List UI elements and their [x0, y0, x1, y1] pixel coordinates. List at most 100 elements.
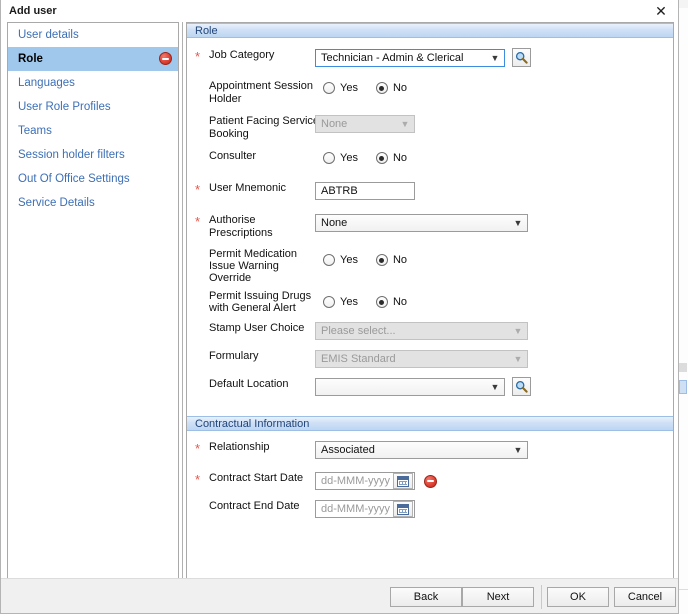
- field-relationship: * Relationship Associated ▼: [187, 441, 673, 463]
- field-job-category: * Job Category Technician - Admin & Cler…: [187, 49, 673, 71]
- sidebar-item-out-of-office-settings[interactable]: Out Of Office Settings: [8, 167, 178, 191]
- user-mnemonic-input[interactable]: ABTRB: [315, 182, 415, 200]
- field-label: Job Category: [187, 49, 315, 62]
- sidebar-item-service-details[interactable]: Service Details: [8, 191, 178, 215]
- next-button[interactable]: Next: [462, 587, 534, 607]
- patient-facing-services-booking-select: None ▼: [315, 115, 415, 133]
- job-category-lookup-button[interactable]: [512, 48, 531, 67]
- contractual-fields: * Relationship Associated ▼ * Contract S…: [187, 441, 673, 522]
- authorise-prescriptions-select[interactable]: None ▼: [315, 214, 528, 232]
- field-label: Contract Start Date: [187, 472, 315, 485]
- chevron-down-icon: ▼: [513, 351, 523, 367]
- field-label: Permit Issuing Drugs with General Alert: [187, 290, 315, 314]
- field-label: Permit Medication Issue Warning Override: [187, 248, 315, 284]
- permit-issuing-drugs-general-alert-radio-group: Yes No: [323, 294, 673, 310]
- permit-medication-issue-warning-override-no[interactable]: No: [376, 254, 407, 266]
- contract-start-date-input[interactable]: dd-MMM-yyyy: [315, 472, 415, 490]
- chevron-down-icon: ▼: [513, 323, 523, 339]
- sidebar-item-label: Session holder filters: [18, 149, 125, 161]
- required-indicator: *: [195, 185, 203, 195]
- sidebar-item-session-holder-filters[interactable]: Session holder filters: [8, 143, 178, 167]
- back-button[interactable]: Back: [390, 587, 462, 607]
- field-permit-medication-issue-warning-override: Permit Medication Issue Warning Override…: [187, 248, 673, 284]
- radio-icon: [376, 296, 388, 308]
- sidebar-item-user-role-profiles[interactable]: User Role Profiles: [8, 95, 178, 119]
- relationship-select[interactable]: Associated ▼: [315, 441, 528, 459]
- field-label: Contract End Date: [187, 500, 315, 513]
- radio-icon: [323, 254, 335, 266]
- radio-label: No: [393, 152, 407, 164]
- sidebar-item-label: Out Of Office Settings: [18, 173, 130, 185]
- radio-label: No: [393, 82, 407, 94]
- radio-label: Yes: [340, 152, 358, 164]
- field-user-mnemonic: * User Mnemonic ABTRB: [187, 182, 673, 204]
- permit-issuing-drugs-general-alert-yes[interactable]: Yes: [323, 296, 358, 308]
- sidebar-item-languages[interactable]: Languages: [8, 71, 178, 95]
- sidebar-item-user-details[interactable]: User details: [8, 23, 178, 47]
- appointment-session-holder-yes[interactable]: Yes: [323, 82, 358, 94]
- field-label: Stamp User Choice: [187, 322, 315, 335]
- panel-splitter[interactable]: [180, 22, 185, 579]
- contract-end-date-placeholder: dd-MMM-yyyy: [316, 503, 393, 515]
- calendar-icon[interactable]: [393, 473, 413, 489]
- error-icon: [424, 475, 437, 488]
- required-indicator: *: [195, 52, 203, 62]
- permit-medication-issue-warning-override-radio-group: Yes No: [323, 252, 673, 268]
- field-label: Consulter: [187, 150, 315, 163]
- consulter-radio-group: Yes No: [323, 150, 673, 166]
- formulary-value: EMIS Standard: [321, 353, 396, 365]
- sidebar-item-label: User Role Profiles: [18, 101, 111, 113]
- contract-end-date-input[interactable]: dd-MMM-yyyy: [315, 500, 415, 518]
- field-label: Formulary: [187, 350, 315, 363]
- error-icon: [159, 52, 172, 65]
- dialog-titlebar: Add user ✕: [1, 0, 678, 23]
- field-label: Default Location: [187, 378, 315, 391]
- default-location-select[interactable]: ▼: [315, 378, 505, 396]
- field-label: Appointment Session Holder: [187, 80, 315, 106]
- relationship-value: Associated: [321, 444, 375, 456]
- sidebar-item-label: User details: [18, 29, 79, 41]
- field-label: User Mnemonic: [187, 182, 315, 195]
- chevron-down-icon: ▼: [400, 116, 410, 132]
- radio-label: Yes: [340, 82, 358, 94]
- field-label: Relationship: [187, 441, 315, 454]
- chevron-down-icon: ▼: [513, 215, 523, 231]
- radio-icon: [323, 152, 335, 164]
- job-category-value: Technician - Admin & Clerical: [321, 52, 463, 64]
- default-location-lookup-button[interactable]: [512, 377, 531, 396]
- user-mnemonic-value: ABTRB: [321, 185, 358, 197]
- radio-icon: [323, 82, 335, 94]
- sidebar-item-label: Teams: [18, 125, 52, 137]
- sidebar-item-label: Service Details: [18, 197, 95, 209]
- job-category-select[interactable]: Technician - Admin & Clerical ▼: [315, 49, 505, 67]
- add-user-dialog: Add user ✕ User details Role Languages U…: [0, 0, 679, 614]
- ok-button[interactable]: OK: [547, 587, 609, 607]
- contract-start-date-placeholder: dd-MMM-yyyy: [316, 475, 393, 487]
- calendar-icon[interactable]: [393, 501, 413, 517]
- wizard-step-list: User details Role Languages User Role Pr…: [7, 22, 179, 579]
- permit-issuing-drugs-general-alert-no[interactable]: No: [376, 296, 407, 308]
- section-header-contractual-information: Contractual Information: [187, 416, 673, 431]
- stamp-user-choice-select: Please select... ▼: [315, 322, 528, 340]
- permit-medication-issue-warning-override-yes[interactable]: Yes: [323, 254, 358, 266]
- consulter-yes[interactable]: Yes: [323, 152, 358, 164]
- field-formulary: Formulary EMIS Standard ▼: [187, 350, 673, 372]
- field-stamp-user-choice: Stamp User Choice Please select... ▼: [187, 322, 673, 344]
- field-label: Authorise Prescriptions: [187, 214, 315, 240]
- cancel-button[interactable]: Cancel: [614, 587, 676, 607]
- radio-label: Yes: [340, 296, 358, 308]
- field-permit-issuing-drugs-general-alert: Permit Issuing Drugs with General Alert …: [187, 290, 673, 314]
- radio-label: Yes: [340, 254, 358, 266]
- formulary-select: EMIS Standard ▼: [315, 350, 528, 368]
- consulter-no[interactable]: No: [376, 152, 407, 164]
- radio-icon: [376, 152, 388, 164]
- radio-label: No: [393, 296, 407, 308]
- appointment-session-holder-no[interactable]: No: [376, 82, 407, 94]
- button-separator: [541, 585, 542, 609]
- required-indicator: *: [195, 217, 203, 227]
- sidebar-item-teams[interactable]: Teams: [8, 119, 178, 143]
- close-icon[interactable]: ✕: [650, 2, 672, 20]
- dialog-title: Add user: [9, 5, 57, 17]
- sidebar-item-role[interactable]: Role: [8, 47, 178, 71]
- field-appointment-session-holder: Appointment Session Holder Yes No: [187, 80, 673, 106]
